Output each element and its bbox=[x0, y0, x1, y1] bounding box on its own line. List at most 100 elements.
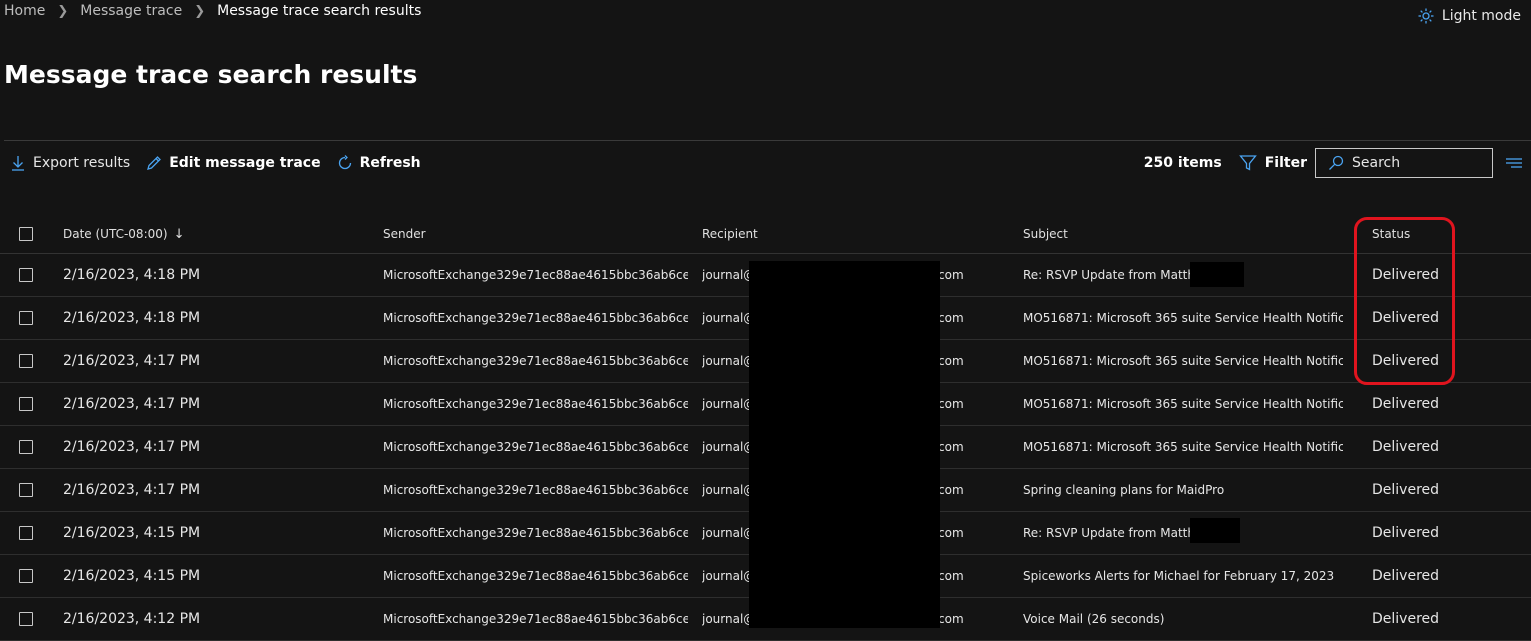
page-title: Message trace search results bbox=[4, 60, 418, 89]
edit-message-trace-button[interactable]: Edit message trace bbox=[146, 155, 321, 171]
light-mode-toggle[interactable]: Light mode bbox=[1418, 8, 1521, 24]
cell-date: 2/16/2023, 4:17 PM bbox=[63, 482, 201, 498]
cell-status: Delivered bbox=[1372, 482, 1440, 498]
cell-sender: MicrosoftExchange329e71ec88ae4615bbc36ab… bbox=[383, 397, 688, 411]
item-count: 250 items bbox=[1143, 155, 1222, 171]
toolbar-right: 250 items Filter Search bbox=[1144, 148, 1523, 178]
command-bar: Export results Edit message trace Refres… bbox=[10, 150, 437, 176]
search-input[interactable]: Search bbox=[1315, 148, 1493, 178]
checkbox-box[interactable] bbox=[19, 440, 33, 454]
cell-status: Delivered bbox=[1372, 353, 1440, 369]
cell-status: Delivered bbox=[1372, 611, 1440, 627]
recipient-prefix: journal@ bbox=[702, 397, 756, 411]
redaction-block bbox=[1190, 518, 1240, 543]
recipient-suffix: com bbox=[938, 483, 964, 497]
cell-date: 2/16/2023, 4:15 PM bbox=[63, 568, 201, 584]
download-icon bbox=[12, 156, 24, 171]
column-header-status[interactable]: Status bbox=[1372, 215, 1492, 253]
checkbox-box[interactable] bbox=[19, 227, 33, 241]
recipient-suffix: com bbox=[938, 440, 964, 454]
cell-sender: MicrosoftExchange329e71ec88ae4615bbc36ab… bbox=[383, 311, 688, 325]
checkbox-box[interactable] bbox=[19, 483, 33, 497]
sun-icon bbox=[1418, 8, 1434, 24]
column-header-sender[interactable]: Sender bbox=[383, 215, 688, 253]
pencil-icon bbox=[147, 156, 162, 170]
cell-sender: MicrosoftExchange329e71ec88ae4615bbc36ab… bbox=[383, 526, 688, 540]
filter-icon bbox=[1238, 155, 1257, 171]
breadcrumb-current: Message trace search results bbox=[217, 3, 422, 19]
checkbox-box[interactable] bbox=[19, 526, 33, 540]
filter-button[interactable]: Filter bbox=[1238, 154, 1307, 172]
breadcrumb: Home ❯ Message trace ❯ Message trace sea… bbox=[4, 3, 421, 19]
edit-message-trace-label: Edit message trace bbox=[169, 155, 321, 171]
cell-subject: MO516871: Microsoft 365 suite Service He… bbox=[1023, 440, 1343, 454]
cell-sender: MicrosoftExchange329e71ec88ae4615bbc36ab… bbox=[383, 483, 688, 497]
recipient-prefix: journal@ bbox=[702, 268, 756, 282]
cell-status: Delivered bbox=[1372, 525, 1440, 541]
checkbox-box[interactable] bbox=[19, 569, 33, 583]
row-checkbox[interactable] bbox=[19, 340, 35, 382]
recipient-prefix: journal@ bbox=[702, 612, 756, 626]
row-checkbox[interactable] bbox=[19, 555, 35, 597]
checkbox-box[interactable] bbox=[19, 311, 33, 325]
cell-status: Delivered bbox=[1372, 568, 1440, 584]
cell-subject: Spiceworks Alerts for Michael for Februa… bbox=[1023, 569, 1335, 583]
table-header: Date (UTC-08:00) ↓ Sender Recipient Subj… bbox=[0, 215, 1531, 254]
checkbox-box[interactable] bbox=[19, 397, 33, 411]
row-checkbox[interactable] bbox=[19, 383, 35, 425]
recipient-prefix: journal@ bbox=[702, 483, 756, 497]
breadcrumb-home[interactable]: Home bbox=[4, 3, 45, 19]
chevron-right-icon: ❯ bbox=[57, 3, 69, 19]
refresh-button[interactable]: Refresh bbox=[337, 155, 421, 171]
recipient-suffix: com bbox=[938, 612, 964, 626]
cell-subject: MO516871: Microsoft 365 suite Service He… bbox=[1023, 311, 1343, 325]
row-checkbox[interactable] bbox=[19, 598, 35, 640]
column-date-label: Date (UTC-08:00) bbox=[63, 227, 168, 241]
row-checkbox[interactable] bbox=[19, 297, 35, 339]
row-checkbox[interactable] bbox=[19, 512, 35, 554]
refresh-icon bbox=[338, 155, 351, 170]
cell-subject: Voice Mail (26 seconds) bbox=[1023, 612, 1165, 626]
cell-subject: MO516871: Microsoft 365 suite Service He… bbox=[1023, 354, 1343, 368]
recipient-prefix: journal@ bbox=[702, 354, 756, 368]
divider bbox=[4, 140, 1531, 141]
cell-status: Delivered bbox=[1372, 267, 1440, 283]
cell-sender: MicrosoftExchange329e71ec88ae4615bbc36ab… bbox=[383, 354, 688, 368]
recipient-suffix: com bbox=[938, 526, 964, 540]
select-all-checkbox[interactable] bbox=[19, 215, 35, 253]
cell-date: 2/16/2023, 4:18 PM bbox=[63, 267, 201, 283]
recipient-prefix: journal@ bbox=[702, 526, 756, 540]
row-checkbox[interactable] bbox=[19, 426, 35, 468]
cell-status: Delivered bbox=[1372, 310, 1440, 326]
recipient-prefix: journal@ bbox=[702, 569, 756, 583]
checkbox-box[interactable] bbox=[19, 612, 33, 626]
recipient-prefix: journal@ bbox=[702, 311, 756, 325]
recipient-suffix: com bbox=[938, 354, 964, 368]
cell-date: 2/16/2023, 4:15 PM bbox=[63, 525, 201, 541]
filter-label: Filter bbox=[1264, 155, 1307, 171]
cell-sender: MicrosoftExchange329e71ec88ae4615bbc36ab… bbox=[383, 612, 688, 626]
column-header-date[interactable]: Date (UTC-08:00) ↓ bbox=[63, 215, 363, 253]
export-results-button[interactable]: Export results bbox=[10, 155, 130, 171]
column-header-recipient[interactable]: Recipient bbox=[702, 215, 1002, 253]
search-icon bbox=[1329, 155, 1344, 170]
recipient-suffix: com bbox=[938, 268, 964, 282]
row-checkbox[interactable] bbox=[19, 469, 35, 511]
cell-date: 2/16/2023, 4:17 PM bbox=[63, 353, 201, 369]
checkbox-box[interactable] bbox=[19, 354, 33, 368]
recipient-suffix: com bbox=[938, 397, 964, 411]
row-checkbox[interactable] bbox=[19, 254, 35, 296]
column-header-subject[interactable]: Subject bbox=[1023, 215, 1343, 253]
checkbox-box[interactable] bbox=[19, 268, 33, 282]
light-mode-label: Light mode bbox=[1441, 8, 1521, 24]
breadcrumb-message-trace[interactable]: Message trace bbox=[80, 3, 182, 19]
list-options-icon[interactable] bbox=[1505, 154, 1523, 172]
cell-sender: MicrosoftExchange329e71ec88ae4615bbc36ab… bbox=[383, 440, 688, 454]
cell-date: 2/16/2023, 4:12 PM bbox=[63, 611, 201, 627]
cell-subject: Spring cleaning plans for MaidPro bbox=[1023, 483, 1225, 497]
refresh-label: Refresh bbox=[359, 155, 421, 171]
export-results-label: Export results bbox=[33, 155, 131, 171]
redaction-block bbox=[1190, 262, 1244, 287]
chevron-right-icon: ❯ bbox=[194, 3, 206, 19]
cell-status: Delivered bbox=[1372, 396, 1440, 412]
